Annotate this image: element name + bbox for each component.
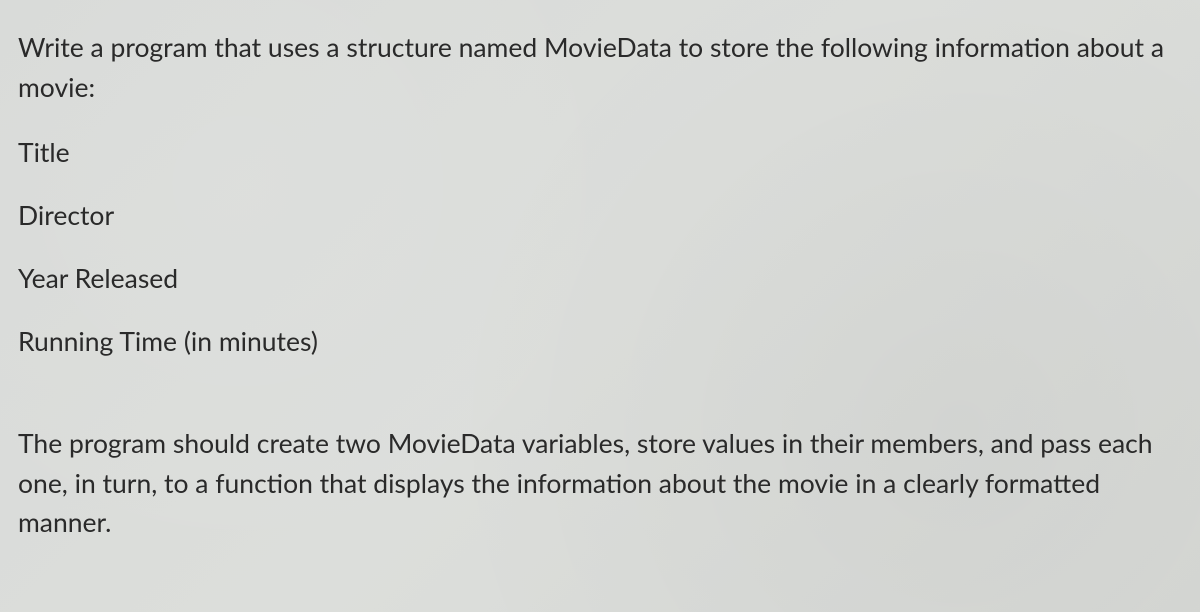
intro-paragraph: Write a program that uses a structure na… — [18, 28, 1182, 108]
outro-paragraph: The program should create two MovieData … — [18, 424, 1182, 543]
document-content: Write a program that uses a structure na… — [18, 28, 1182, 543]
field-year-released: Year Released — [18, 260, 1182, 297]
paragraph-spacer — [18, 386, 1182, 424]
field-running-time: Running Time (in minutes) — [18, 323, 1182, 360]
field-title: Title — [18, 134, 1182, 171]
field-director: Director — [18, 197, 1182, 234]
